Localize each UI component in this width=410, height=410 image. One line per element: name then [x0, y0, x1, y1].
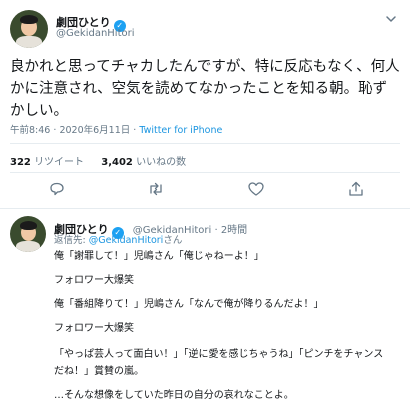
author-handle[interactable]: @GekidanHitori [56, 28, 135, 39]
divider [10, 172, 400, 173]
reply-text-line: 俺「番組降りて！」児嶋さん「なんで俺が降りるんだよ！」 [54, 299, 324, 310]
likes-count[interactable]: 3,402 [101, 157, 133, 168]
author-avatar[interactable] [10, 10, 48, 48]
tweet-actions [0, 180, 410, 202]
chevron-down-icon[interactable] [384, 12, 398, 26]
tweet-date[interactable]: 2020年6月11日 [59, 125, 130, 136]
divider [10, 143, 400, 144]
tweet-meta: 午前8:46 · 2020年6月11日 · Twitter for iPhone [10, 122, 222, 136]
reply-text-line: だね！」賞賛の嵐。 [54, 366, 144, 377]
reply-text-line: フォロワー大爆笑 [54, 323, 134, 334]
meta-separator: · [53, 125, 57, 136]
heart-icon[interactable] [247, 180, 265, 198]
reply-prefix: 返信先: [54, 235, 89, 246]
tweet-time[interactable]: 午前8:46 [10, 125, 50, 136]
retweets-label[interactable]: リツイート [34, 157, 84, 168]
reply-mention-link[interactable]: @GekidanHitori [89, 235, 164, 246]
reply-text-line: …そんな想像をしていた昨日の自分の哀れなことよ。 [54, 390, 294, 401]
retweets-count[interactable]: 322 [10, 157, 31, 168]
reply-text-line: 俺「謝罪して！」児嶋さん「俺じゃねーよ！」 [54, 251, 264, 262]
reply-author-avatar[interactable] [10, 216, 46, 252]
reply-to-line: 返信先: @GekidanHitoriさん [54, 232, 182, 246]
reply-text-line: 「やっぱ芸人って面白い！」「逆に愛を感じちゃうね」「ピンチをチャンス [54, 349, 384, 360]
tweet-source-link[interactable]: Twitter for iPhone [139, 125, 222, 136]
retweet-icon[interactable] [147, 180, 165, 198]
tweet-thread: 劇団ひとり ✓ @GekidanHitori 良かれと思ってチャカしたんですが、特… [0, 0, 410, 410]
engagement-stats: 322 リツイート 3,402 いいねの数 [10, 153, 200, 168]
meta-separator: · [133, 125, 137, 136]
likes-label[interactable]: いいねの数 [136, 157, 186, 168]
tweet-text: 良かれと思ってチャカしたんですが、特に反応もなく、何人かに注意され、空気を読めて… [10, 59, 400, 119]
reply-text-line: フォロワー大爆笑 [54, 275, 134, 286]
reply-icon[interactable] [48, 180, 66, 198]
share-icon[interactable] [347, 180, 365, 198]
thread-divider [0, 208, 410, 209]
reply-suffix: さん [163, 235, 183, 246]
